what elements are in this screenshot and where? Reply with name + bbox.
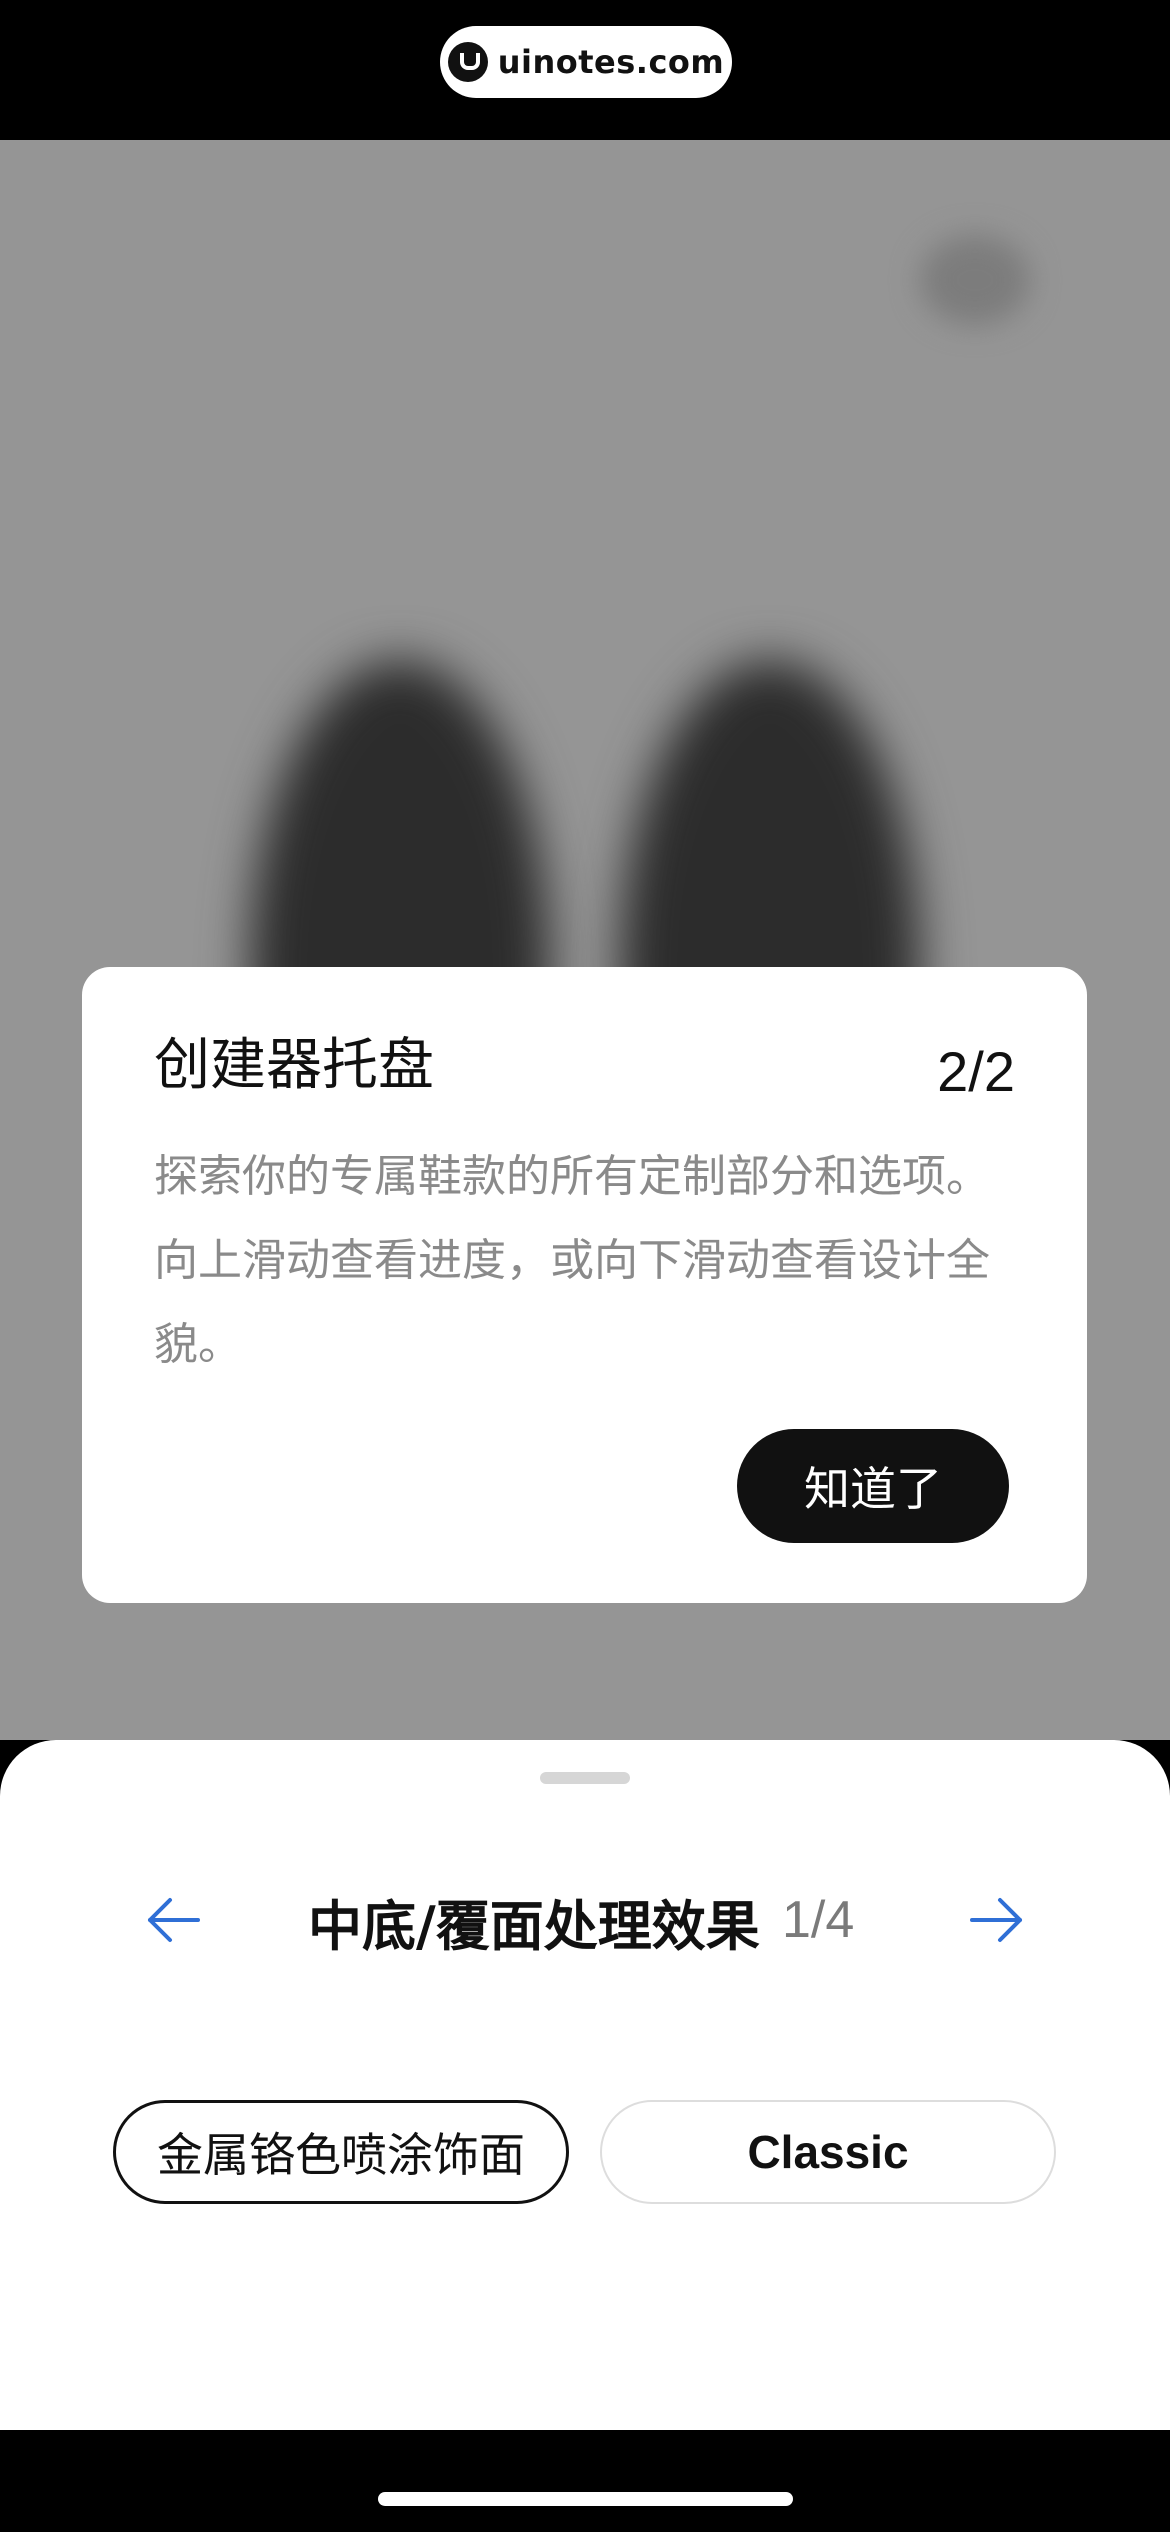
home-indicator[interactable] — [378, 2492, 793, 2506]
sheet-drag-handle[interactable] — [540, 1772, 630, 1784]
option-chrome-finish[interactable]: 金属铬色喷涂饰面 — [113, 2100, 569, 2204]
tooltip-title: 创建器托盘 — [154, 1033, 434, 1098]
arrow-right-icon[interactable] — [966, 1890, 1026, 1950]
status-bar: uinotes.com — [0, 0, 1170, 140]
uinotes-logo-icon — [447, 42, 488, 82]
section-navigator: 中底/覆面处理效果 1/4 — [0, 1870, 1170, 1970]
builder-tray-sheet: 中底/覆面处理效果 1/4 金属铬色喷涂饰面 Classic — [0, 1740, 1170, 2430]
section-title: 中底/覆面处理效果 — [308, 1895, 760, 1958]
watermark-badge: uinotes.com — [440, 26, 732, 98]
tooltip-description: 探索你的专属鞋款的所有定制部分和选项。向上滑动查看进度，或向下滑动查看设计全貌。 — [154, 1151, 990, 1370]
arrow-left-icon[interactable] — [144, 1890, 204, 1950]
section-counter: 1/4 — [782, 1891, 855, 1949]
watermark-text: uinotes.com — [497, 43, 725, 81]
got-it-button[interactable]: 知道了 — [737, 1429, 1009, 1543]
app-screen: uinotes.com 创建器托盘 2/2 探索你的专属鞋款的所有定制部分和选项… — [0, 0, 1170, 2532]
blurred-control-icon — [920, 235, 1030, 325]
bottom-bar — [0, 2430, 1170, 2532]
option-classic[interactable]: Classic — [600, 2100, 1056, 2204]
onboarding-tooltip: 创建器托盘 2/2 探索你的专属鞋款的所有定制部分和选项。向上滑动查看进度，或向… — [82, 967, 1087, 1603]
tooltip-step-counter: 2/2 — [937, 1040, 1015, 1103]
